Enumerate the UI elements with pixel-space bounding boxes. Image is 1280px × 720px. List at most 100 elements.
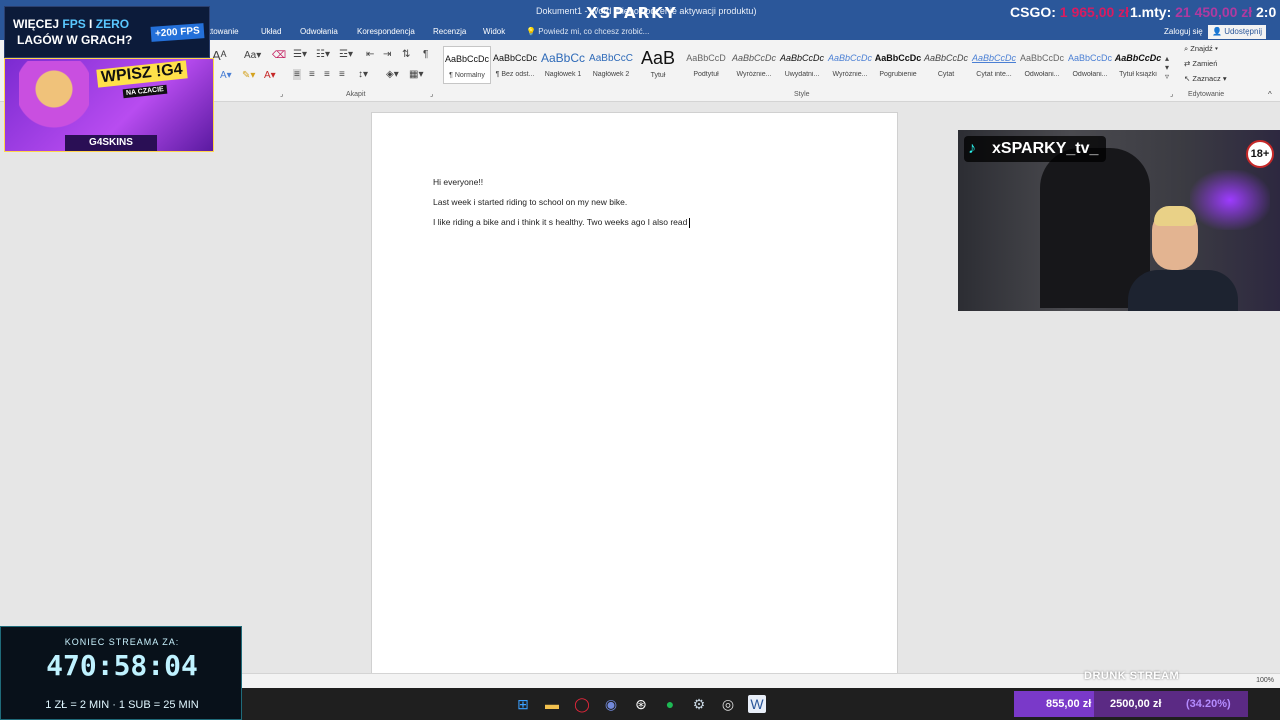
style-name: ¶ Bez odst... (495, 71, 535, 78)
obs-icon[interactable]: ⊛ (632, 695, 650, 713)
goal-percent: (34.20%) (1186, 698, 1231, 710)
tab-korespondencja[interactable]: Korespondencja (357, 27, 415, 36)
change-case-icon[interactable]: Aa▾ (244, 50, 261, 61)
style-sample: AaBbCcDc (492, 53, 537, 63)
windows-start-icon[interactable]: ⊞ (514, 695, 532, 713)
style-name: Nagłówek 2 (592, 71, 630, 78)
shading-icon[interactable]: ◈▾ (386, 69, 399, 80)
decrease-indent-icon[interactable]: ⇤ (366, 49, 374, 60)
styles-scroll-icon[interactable]: ▴ ▾ ▿ (1165, 54, 1169, 81)
tiktok-icon: ♪ (968, 140, 976, 157)
style-sample: AaBbCcDc (731, 53, 776, 63)
tell-me-box[interactable]: 💡 Powiedz mi, co chcesz zrobić... (526, 27, 649, 36)
align-right-icon[interactable]: ≡ (324, 69, 330, 80)
style-odwolanie-intensywne[interactable]: AaBbCcDc Odwołani... (1066, 46, 1114, 84)
style-podtytul[interactable]: AaBbCcD Podtytuł (682, 46, 730, 84)
pilcrow-icon[interactable]: ¶ (423, 49, 428, 60)
clear-format-icon[interactable]: ⌫ (272, 50, 286, 61)
text-effects-icon[interactable]: A▾ (220, 70, 232, 81)
share-label: Udostępnij (1224, 27, 1263, 36)
styles-launcher-icon[interactable]: ⌟ (1170, 90, 1173, 98)
bullets-icon[interactable]: ☰▾ (293, 49, 307, 60)
style-sample: AaBbCcDc (444, 54, 489, 64)
document-line-2[interactable]: Last week i started riding to school on … (433, 197, 627, 207)
numbering-icon[interactable]: ☷▾ (316, 49, 330, 60)
align-center-icon[interactable]: ≡ (309, 69, 315, 80)
promo-chat-label: NA CZACIE (122, 84, 168, 99)
tab-widok[interactable]: Widok (483, 27, 505, 36)
word-icon[interactable]: W (748, 695, 766, 713)
style-sample: AaBbCcDc (1114, 53, 1162, 63)
purple-light (1190, 170, 1270, 230)
style-name: Podtytuł (693, 71, 719, 78)
style-sample: AaBbCcDc (1067, 53, 1112, 63)
steam-icon[interactable]: ⚙ (690, 695, 708, 713)
style-sample: AaBbCcDc (827, 53, 872, 63)
login-link[interactable]: Zaloguj się (1164, 27, 1203, 36)
highlight-icon[interactable]: ✎▾ (242, 70, 255, 81)
streamer-hair (1154, 206, 1196, 226)
style-uwydatnienie[interactable]: AaBbCcDc Uwydatni... (778, 46, 826, 84)
style-naglowek-2[interactable]: AaBbCcC Nagłówek 2 (587, 46, 635, 84)
style-name: Uwydatni... (784, 71, 820, 78)
style-cytat-intensywny[interactable]: AaBbCcDc Cytat inte... (970, 46, 1018, 84)
style-wyroznienie-intensywne[interactable]: AaBbCcDc Wyróżnie... (826, 46, 874, 84)
document-line-3[interactable]: I like riding a bike and i think it s he… (433, 217, 691, 228)
opera-icon[interactable]: ◯ (573, 695, 591, 713)
promo-card: WPISZ !G4 NA CZACIE G4SKINS (4, 58, 214, 152)
stream-timer-overlay: KONIEC STREAMA ZA: 470:58:04 1 ZŁ = 2 MI… (0, 626, 242, 720)
multilevel-list-icon[interactable]: ☲▾ (339, 49, 353, 60)
zoom-level[interactable]: 100% (1256, 677, 1274, 684)
style-tytul[interactable]: AaB Tytuł (634, 46, 682, 84)
tab-recenzja[interactable]: Recenzja (433, 27, 466, 36)
style-tytul-ksiazki[interactable]: AaBbCcDc Tytuł książki (1114, 46, 1162, 84)
g4skins-logo: G4SKINS (65, 135, 157, 151)
borders-icon[interactable]: ▦▾ (409, 69, 423, 80)
style-name: Cytat inte... (976, 71, 1012, 78)
xsparky-overlay-logo: XSPARKY (586, 4, 678, 22)
align-left-icon[interactable]: ≡ (293, 69, 301, 80)
stream-clock: 2:0 (1256, 4, 1277, 20)
person-icon: 👤 (1212, 27, 1222, 36)
document-page[interactable]: Hi everyone!! Last week i started riding… (371, 112, 898, 688)
style-naglowek-1[interactable]: AaBbCc Nagłówek 1 (539, 46, 587, 84)
select-button[interactable]: ↖ Zaznacz ▾ (1184, 74, 1227, 83)
line-spacing-icon[interactable]: ↕▾ (358, 69, 368, 80)
increase-indent-icon[interactable]: ⇥ (383, 49, 391, 60)
webcam-overlay: ♪ xSPARKY_tv_ 18+ (958, 130, 1280, 311)
style-sample: AaBbCcDc (779, 53, 824, 63)
style-odwolanie-delikatne[interactable]: AaBbCcDc Odwołani... (1018, 46, 1066, 84)
style-name: Tytuł (650, 72, 666, 79)
timer-rate: 1 ZŁ = 2 MIN · 1 SUB = 25 MIN (45, 699, 199, 711)
collapse-ribbon-icon[interactable]: ^ (1268, 90, 1272, 99)
sort-icon[interactable]: ⇅ (402, 49, 410, 60)
goal-target: 2500,00 zł (1110, 698, 1162, 710)
csgo-counter: CSGO: 1 965,00 zł (1010, 4, 1129, 20)
find-button[interactable]: ⌕ Znajdź ▾ (1184, 44, 1218, 54)
justify-icon[interactable]: ≡ (339, 69, 345, 80)
tiktok-handle: xSPARKY_tv_ (992, 140, 1099, 157)
style-cytat[interactable]: AaBbCcDc Cytat (922, 46, 970, 84)
style-wyroznienie-delikatne[interactable]: AaBbCcDc Wyróżnie... (730, 46, 778, 84)
file-explorer-icon[interactable]: ▬ (543, 695, 561, 713)
font-launcher-icon[interactable]: ⌟ (280, 90, 283, 98)
style-bez-odstepow[interactable]: AaBbCcDc ¶ Bez odst... (491, 46, 539, 84)
chrome-icon[interactable]: ◎ (719, 695, 737, 713)
drunk-stream-label: DRUNK STREAM (1084, 670, 1180, 682)
mty-counter: 1.mty: 21 450,00 zł (1130, 4, 1252, 20)
style-name: Nagłówek 1 (544, 71, 582, 78)
spotify-icon[interactable]: ● (661, 695, 679, 713)
share-button[interactable]: 👤 Udostępnij (1208, 25, 1267, 39)
paragraph-launcher-icon[interactable]: ⌟ (430, 90, 433, 98)
grow-font-icon[interactable]: Aᴬ (212, 48, 227, 63)
style-normalny[interactable]: AaBbCcDc ¶ Normalny (443, 46, 491, 84)
font-color-icon[interactable]: A▾ (264, 70, 276, 81)
style-pogrubienie[interactable]: AaBbCcDc Pogrubienie (874, 46, 922, 84)
tab-uklad[interactable]: Układ (261, 27, 281, 36)
tab-odwolania[interactable]: Odwołania (300, 27, 338, 36)
timer-label: KONIEC STREAMA ZA: (64, 637, 180, 647)
document-line-1[interactable]: Hi everyone!! (433, 177, 483, 187)
style-name: Odwołani... (1072, 71, 1108, 78)
replace-button[interactable]: ⇄ Zamień (1184, 59, 1217, 68)
discord-icon[interactable]: ◉ (602, 695, 620, 713)
